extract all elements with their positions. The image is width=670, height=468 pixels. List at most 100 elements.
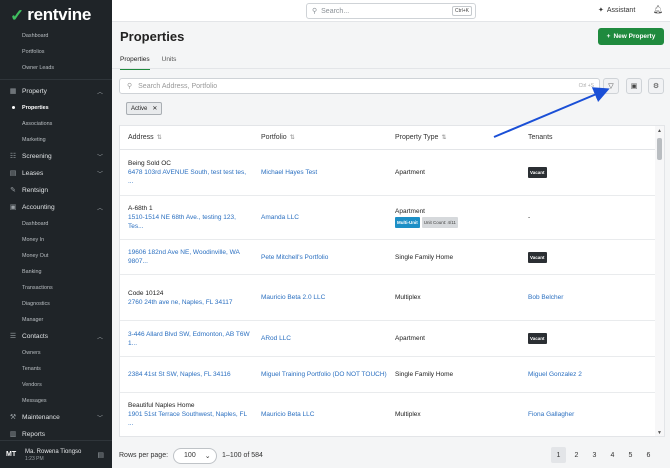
table-row[interactable]: Beautiful Naples Home 1901 51st Terrace S…: [120, 393, 664, 436]
property-type: Multiplex: [395, 411, 421, 418]
settings-button[interactable]: ⚙: [648, 78, 664, 94]
page-button[interactable]: 4: [605, 447, 620, 463]
portfolio-link[interactable]: Mauricio Beta 2.0 LLC: [253, 293, 387, 302]
sidebar-section-accounting[interactable]: ▣ Accounting ︿: [0, 199, 112, 216]
sidebar-item-owner-leads[interactable]: Owner Leads: [0, 60, 112, 76]
tenant-link[interactable]: Miguel Gonzalez 2: [528, 371, 582, 378]
tenant-link[interactable]: Fiona Gallagher: [528, 411, 574, 418]
table-row[interactable]: A-68th 1 1510-1514 NE 68th Ave., testing …: [120, 196, 664, 240]
sidebar-item-vendors[interactable]: Vendors: [0, 377, 112, 393]
sidebar-item-transactions[interactable]: Transactions: [0, 280, 112, 296]
sidebar-item-money-in[interactable]: Money In: [0, 232, 112, 248]
sidebar-item-manager[interactable]: Manager: [0, 312, 112, 328]
page-button[interactable]: 6: [641, 447, 656, 463]
portfolio-link[interactable]: Mauricio Beta LLC: [253, 410, 387, 419]
page-button[interactable]: 2: [569, 447, 584, 463]
tenant-link[interactable]: Bob Belcher: [528, 294, 563, 301]
tenant-empty: -: [528, 214, 531, 221]
address-cell: Code 10124 2760 24th ave ne, Naples, FL 3…: [120, 289, 253, 307]
scroll-down-icon[interactable]: ▼: [657, 430, 662, 436]
column-header-portfolio[interactable]: Portfolio ⇅: [253, 134, 387, 141]
sidebar-item-portfolios[interactable]: Portfolios: [0, 44, 112, 60]
address-link[interactable]: 2384 41st St SW, Naples, FL 34116: [128, 370, 253, 379]
portfolio-link[interactable]: Amanda LLC: [253, 213, 387, 222]
page-button[interactable]: 3: [587, 447, 602, 463]
sidebar-item-associations[interactable]: Associations: [0, 116, 112, 132]
filter-chip-active[interactable]: Active ✕: [126, 102, 163, 115]
sidebar-item-tenants[interactable]: Tenants: [0, 361, 112, 377]
sidebar-section-maintenance[interactable]: ⚒ Maintenance ﹀: [0, 409, 112, 426]
column-header-property-type[interactable]: Property Type ⇅: [387, 134, 520, 141]
sidebar-item-properties[interactable]: Properties: [0, 100, 112, 116]
scroll-up-icon[interactable]: ▲: [657, 128, 662, 134]
table-row[interactable]: 19606 182nd Ave NE, Woodinville, WA 9807…: [120, 240, 664, 275]
portfolio-link[interactable]: Michael Hayes Test: [253, 168, 387, 177]
search-shortcut: Ctrl+K: [451, 6, 472, 16]
gear-icon: ⚙: [652, 83, 660, 90]
address-link[interactable]: 1901 51st Terrace Southwest, Naples, FL …: [128, 410, 253, 428]
chevron-down-icon: ﹀: [96, 155, 103, 161]
portfolio-link[interactable]: ARod LLC: [253, 334, 387, 343]
page-button[interactable]: 1: [551, 447, 566, 463]
sidebar-item-banking[interactable]: Banking: [0, 264, 112, 280]
sidebar-item-dashboard[interactable]: Dashboard: [0, 28, 112, 44]
sidebar-section-rentsign[interactable]: ✎ Rentsign: [0, 182, 112, 199]
table-body: Being Sold OC 6478 103rd AVENUE South, te…: [120, 150, 664, 436]
property-name: Being Sold OC: [128, 160, 171, 167]
close-icon[interactable]: ✕: [152, 105, 157, 112]
rows-per-page-select[interactable]: 100 ⌄: [173, 447, 218, 464]
sidebar-section-leases[interactable]: ▤ Leases ﹀: [0, 165, 112, 182]
address-cell: Being Sold OC 6478 103rd AVENUE South, te…: [120, 159, 253, 186]
user-profile[interactable]: MT Ma. Rowena Tiongso 1:23 PM ▤: [0, 440, 112, 468]
table-row[interactable]: 2384 41st St SW, Naples, FL 34116 Miguel …: [120, 357, 664, 393]
property-type: Multiplex: [395, 294, 421, 301]
new-property-button[interactable]: + New Property: [598, 28, 664, 45]
sidebar-section-contacts[interactable]: ☰ Contacts ︿: [0, 328, 112, 345]
new-property-label: New Property: [613, 33, 656, 40]
table-row[interactable]: Code 10124 2760 24th ave ne, Naples, FL 3…: [120, 275, 664, 321]
logo-check-icon: ✓: [10, 5, 25, 25]
table-row[interactable]: Being Sold OC 6478 103rd AVENUE South, te…: [120, 150, 664, 196]
table-header: Address ⇅ Portfolio ⇅ Property Type ⇅ Tenan…: [120, 126, 664, 150]
address-link[interactable]: 19606 182nd Ave NE, Woodinville, WA 9807…: [128, 248, 253, 266]
address-link[interactable]: 2760 24th ave ne, Naples, FL 34117: [128, 298, 253, 307]
sidebar-item-money-out[interactable]: Money Out: [0, 248, 112, 264]
tenants-cell: Bob Belcher: [520, 293, 640, 302]
table-scrollbar[interactable]: ▲ ▼: [655, 126, 664, 436]
address-link[interactable]: 6478 103rd AVENUE South, test test tes, …: [128, 168, 253, 186]
notification-bell-icon[interactable]: 🔔︎: [653, 5, 663, 14]
page-button[interactable]: 5: [623, 447, 638, 463]
save-view-button[interactable]: ▣: [626, 78, 642, 94]
user-time: 1:23 PM: [25, 455, 44, 462]
column-header-address[interactable]: Address ⇅: [120, 134, 253, 141]
search-icon: ⚲: [127, 83, 133, 90]
address-link[interactable]: 1510-1514 NE 68th Ave., testing 123, Tes…: [128, 213, 253, 231]
sidebar-item-messages[interactable]: Messages: [0, 393, 112, 409]
property-type-cell: Multiplex: [387, 410, 520, 419]
sidebar-item-marketing[interactable]: Marketing: [0, 132, 112, 148]
sidebar-item-diagnostics[interactable]: Diagnostics: [0, 296, 112, 312]
sidebar-section-property[interactable]: ▦ Property ︿: [0, 83, 112, 100]
address-cell: A-68th 1 1510-1514 NE 68th Ave., testing …: [120, 204, 253, 231]
portfolio-link[interactable]: Miguel Training Portfolio (DO NOT TOUCH): [253, 370, 387, 379]
address-cell: 3-446 Allard Blvd SW, Edmonton, AB T6W 1…: [120, 330, 253, 348]
tenants-cell: Fiona Gallagher: [520, 410, 640, 419]
calculator-icon: ▣: [9, 203, 17, 211]
brand-logo[interactable]: ✓ rentvine: [0, 0, 112, 30]
user-menu-icon[interactable]: ▤: [97, 451, 104, 459]
sidebar-item-accounting-dashboard[interactable]: Dashboard: [0, 216, 112, 232]
sidebar-item-owners[interactable]: Owners: [0, 345, 112, 361]
table-row[interactable]: 3-446 Allard Blvd SW, Edmonton, AB T6W 1…: [120, 321, 664, 357]
global-search-input[interactable]: ⚲ Search... Ctrl+K: [306, 3, 476, 19]
column-label: Property Type: [395, 134, 439, 141]
filter-button[interactable]: ▽: [603, 78, 619, 94]
portfolio-link[interactable]: Pete Mitchell's Portfolio: [253, 253, 387, 262]
property-name: A-68th 1: [128, 205, 153, 212]
scrollbar-thumb[interactable]: [657, 138, 662, 160]
address-link[interactable]: 3-446 Allard Blvd SW, Edmonton, AB T6W 1…: [128, 330, 253, 348]
property-search-input[interactable]: ⚲ Search Address, Portfolio Ctrl +S: [119, 78, 600, 94]
vacant-badge: Vacant: [528, 167, 547, 178]
sidebar-section-screening[interactable]: ☷ Screening ﹀: [0, 148, 112, 165]
unit-count-badge: Unit Count: 4/11: [421, 217, 458, 228]
assistant-button[interactable]: ✦ Assistant: [598, 6, 635, 15]
